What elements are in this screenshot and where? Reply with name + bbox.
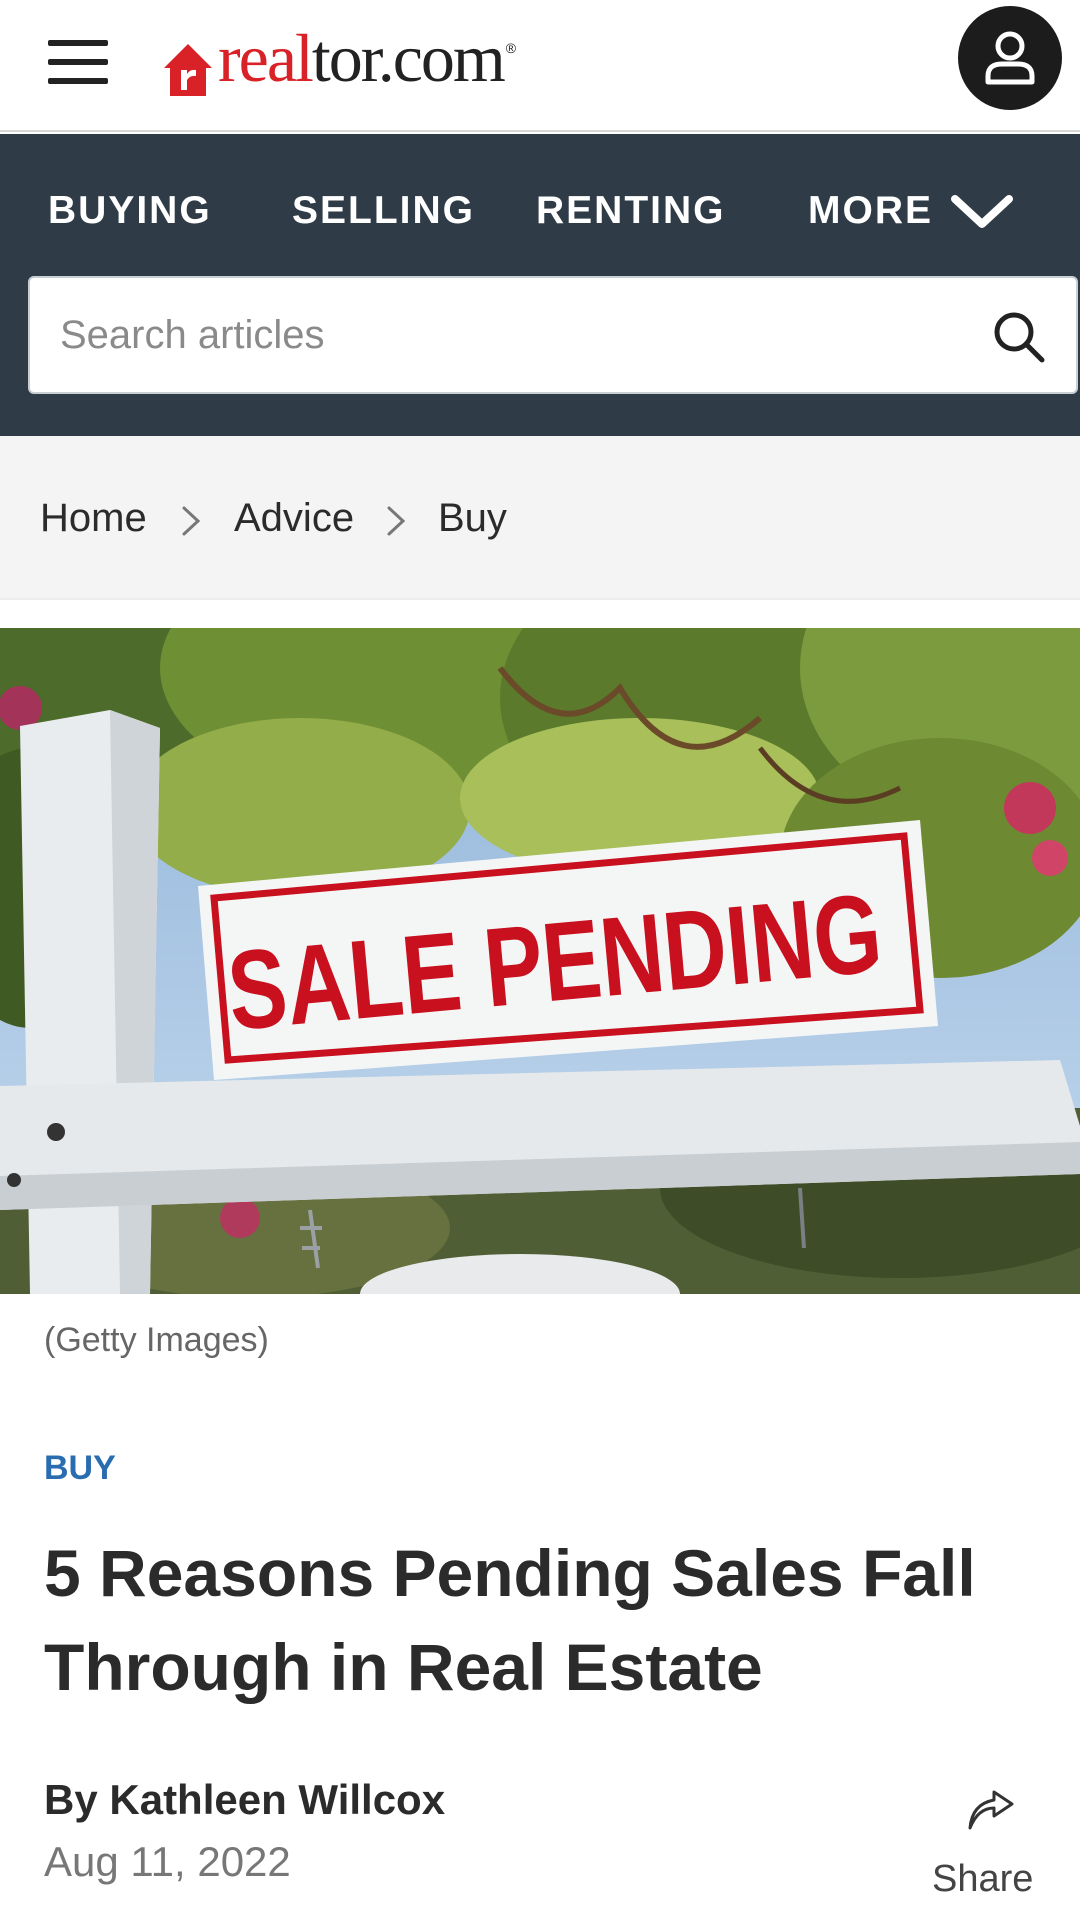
- registered-mark: ®: [505, 40, 517, 56]
- nav-item-more[interactable]: MORE: [808, 188, 1013, 234]
- chevron-right-icon: [182, 506, 201, 536]
- nav-item-buying[interactable]: BUYING: [48, 188, 212, 234]
- breadcrumb-home[interactable]: Home: [40, 494, 147, 542]
- publish-date: Aug 11, 2022: [44, 1838, 291, 1885]
- share-arrow-icon: [968, 1790, 1014, 1830]
- search-input[interactable]: [60, 278, 940, 392]
- breadcrumb-buy[interactable]: Buy: [438, 494, 507, 542]
- house-logo-icon: [164, 44, 212, 96]
- article-byline: By Kathleen Willcox: [44, 1776, 445, 1824]
- breadcrumb-advice[interactable]: Advice: [234, 494, 354, 542]
- sale-pending-sign-photo: SALE PENDING: [0, 628, 1080, 1294]
- share-label: Share: [932, 1858, 1034, 1900]
- user-account-button[interactable]: [958, 6, 1062, 110]
- hamburger-menu-icon[interactable]: [48, 38, 108, 86]
- user-account-icon: [985, 31, 1035, 85]
- chevron-right-icon: [387, 506, 406, 536]
- share-button[interactable]: Share: [928, 1786, 1038, 1906]
- search-icon[interactable]: [992, 310, 1046, 364]
- author-link[interactable]: Kathleen Willcox: [109, 1776, 445, 1823]
- nav-more-label: MORE: [808, 189, 933, 232]
- byline-prefix: By: [44, 1776, 98, 1823]
- main-navigation: BUYING SELLING RENTING MORE: [0, 134, 1080, 436]
- nav-item-renting[interactable]: RENTING: [536, 188, 726, 234]
- article-title: 5 Reasons Pending Sales Fall Through in …: [44, 1536, 976, 1704]
- realtor-logo[interactable]: realtor.com ®: [162, 18, 516, 98]
- article-category-link[interactable]: BUY: [44, 1448, 116, 1488]
- image-caption: (Getty Images): [44, 1321, 269, 1359]
- chevron-down-icon: [951, 195, 1013, 228]
- breadcrumb: Home Advice Buy: [0, 436, 1080, 600]
- logo-wordmark: realtor.com: [218, 20, 506, 96]
- hero-image: SALE PENDING: [0, 628, 1080, 1294]
- nav-item-selling[interactable]: SELLING: [292, 188, 475, 234]
- search-bar: [28, 276, 1078, 394]
- top-header: realtor.com ®: [0, 0, 1080, 132]
